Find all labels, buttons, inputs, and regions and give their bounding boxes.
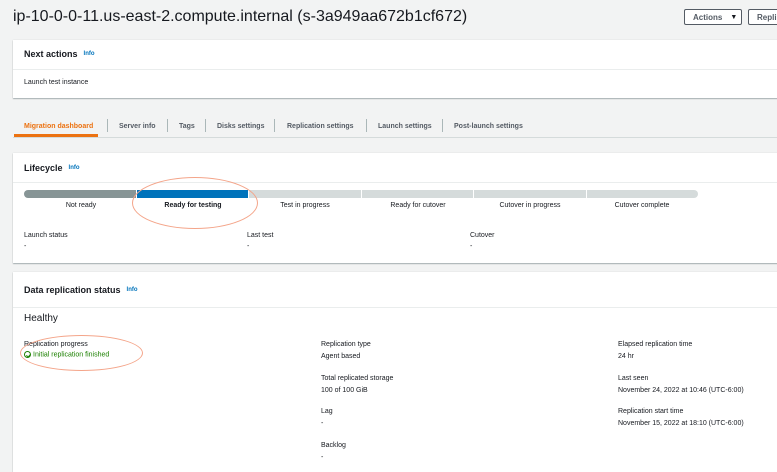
tab-disks-settings[interactable]: Disks settings xyxy=(217,114,264,138)
tab-tags[interactable]: Tags xyxy=(179,114,195,138)
data-replication-title: Data replication status xyxy=(24,285,121,295)
lag-value: - xyxy=(321,420,324,427)
backlog-value: - xyxy=(321,454,324,461)
active-tab-indicator xyxy=(14,134,98,137)
next-actions-title: Next actions xyxy=(24,49,78,59)
lifecycle-title: Lifecycle xyxy=(24,163,63,173)
highlight-annotation-ready-for-testing xyxy=(132,177,258,229)
backlog-label: Backlog xyxy=(321,442,346,449)
divider xyxy=(13,182,777,183)
step-label-test-in-progress: Test in progress xyxy=(280,202,330,209)
tab-bar: Migration dashboard Server info Tags Dis… xyxy=(13,114,777,138)
replication-start-label: Replication start time xyxy=(618,408,684,415)
elapsed-time-label: Elapsed replication time xyxy=(618,341,693,348)
tab-launch-settings[interactable]: Launch settings xyxy=(378,114,432,138)
last-test-label: Last test xyxy=(247,232,274,239)
caret-down-icon: ▼ xyxy=(730,13,738,21)
tab-server-info[interactable]: Server info xyxy=(119,114,156,138)
tab-post-launch-settings[interactable]: Post-launch settings xyxy=(454,114,523,138)
replication-type-label: Replication type xyxy=(321,341,371,348)
data-replication-header: Data replication status Info xyxy=(24,285,138,295)
data-replication-panel: Data replication status Info Healthy Rep… xyxy=(13,272,777,472)
lifecycle-segment xyxy=(249,190,361,198)
next-actions-panel: Next actions Info Launch test instance xyxy=(13,40,777,98)
last-seen-label: Last seen xyxy=(618,375,649,382)
total-storage-value: 100 of 100 GiB xyxy=(321,387,368,394)
tab-separator xyxy=(274,119,275,132)
divider xyxy=(13,307,777,308)
last-seen-value: November 24, 2022 at 10:46 (UTC-6:00) xyxy=(618,387,744,394)
lifecycle-segment xyxy=(586,190,698,198)
highlight-annotation-replication-progress xyxy=(20,335,143,371)
tab-separator xyxy=(167,119,168,132)
tab-replication-settings[interactable]: Replication settings xyxy=(287,114,354,138)
lifecycle-segment xyxy=(24,190,136,198)
elapsed-time-value: 24 hr xyxy=(618,353,634,360)
next-actions-header: Next actions Info xyxy=(24,49,95,59)
actions-button-label: Actions xyxy=(693,12,723,22)
tab-separator xyxy=(205,119,206,132)
replication-start-value: November 15, 2022 at 18:10 (UTC-6:00) xyxy=(618,420,744,427)
next-action-text: Launch test instance xyxy=(24,79,89,86)
replicate-button[interactable]: Repli xyxy=(748,9,777,25)
data-replication-info-link[interactable]: Info xyxy=(127,287,138,293)
lifecycle-segment xyxy=(361,190,473,198)
tab-separator xyxy=(442,119,443,132)
step-label-ready-for-cutover: Ready for cutover xyxy=(390,202,446,209)
cutover-label: Cutover xyxy=(470,232,495,239)
page-title: ip-10-0-0-11.us-east-2.compute.internal … xyxy=(13,8,468,25)
health-status: Healthy xyxy=(24,313,58,324)
lifecycle-segment xyxy=(474,190,586,198)
actions-button[interactable]: Actions ▼ xyxy=(684,9,742,25)
divider xyxy=(13,69,777,70)
lifecycle-header: Lifecycle Info xyxy=(24,163,80,173)
cutover-value: - xyxy=(470,243,473,250)
next-actions-info-link[interactable]: Info xyxy=(84,51,95,57)
last-test-value: - xyxy=(247,243,250,250)
replication-type-value: Agent based xyxy=(321,353,361,360)
tab-separator xyxy=(366,119,367,132)
step-label-cutover-in-progress: Cutover in progress xyxy=(499,202,561,209)
lifecycle-info-link[interactable]: Info xyxy=(69,165,80,171)
step-label-cutover-complete: Cutover complete xyxy=(614,202,670,209)
launch-status-value: - xyxy=(24,243,27,250)
step-label-not-ready: Not ready xyxy=(65,202,97,209)
launch-status-label: Launch status xyxy=(24,232,68,239)
tab-separator xyxy=(107,119,108,132)
lag-label: Lag xyxy=(321,408,333,415)
tab-bar-border xyxy=(13,137,777,138)
total-storage-label: Total replicated storage xyxy=(321,375,394,382)
replicate-button-label: Repli xyxy=(757,12,777,22)
